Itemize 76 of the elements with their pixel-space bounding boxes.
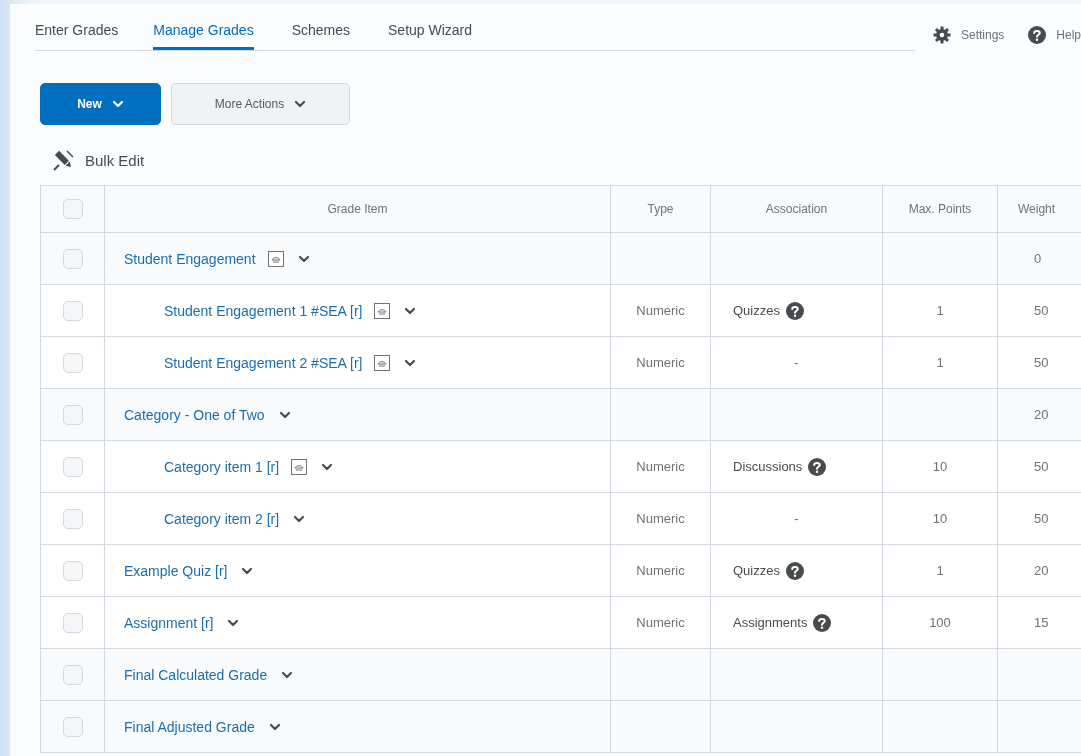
column-header: Grade Item bbox=[327, 202, 388, 216]
caret-icon[interactable] bbox=[404, 357, 417, 368]
grade-item-link[interactable]: Assignment [r] bbox=[124, 614, 214, 631]
checkbox[interactable] bbox=[62, 456, 83, 477]
settings-link[interactable]: Settings bbox=[960, 28, 1005, 42]
pencil-icon bbox=[53, 149, 75, 171]
caret-icon[interactable] bbox=[321, 461, 334, 472]
checkbox[interactable] bbox=[62, 664, 83, 685]
association-text: - bbox=[794, 355, 799, 370]
weight-text: 50 bbox=[1034, 459, 1049, 474]
association-text: - bbox=[794, 511, 799, 526]
max-points-text: 1 bbox=[936, 563, 944, 578]
association-text: Quizzes bbox=[733, 563, 780, 578]
type-text: Numeric bbox=[636, 459, 685, 474]
grade-item-link[interactable]: Category item 2 [r] bbox=[164, 510, 280, 527]
caret-icon[interactable] bbox=[293, 513, 306, 524]
caret-icon[interactable] bbox=[227, 617, 240, 628]
grade-item-link[interactable]: Final Adjusted Grade bbox=[124, 718, 255, 735]
weight-text: 15 bbox=[1034, 615, 1049, 630]
type-text: Numeric bbox=[636, 303, 685, 318]
weight-text: 20 bbox=[1034, 407, 1049, 422]
grade-item-link[interactable]: Final Calculated Grade bbox=[124, 666, 268, 683]
tab[interactable]: Schemes bbox=[291, 18, 351, 50]
weight-text: 50 bbox=[1034, 355, 1049, 370]
max-points-text: 100 bbox=[929, 615, 951, 630]
weight-text: 0 bbox=[1034, 251, 1042, 266]
tab[interactable]: Manage Grades bbox=[153, 18, 254, 50]
checkbox[interactable] bbox=[62, 199, 83, 219]
max-points-text: 1 bbox=[936, 355, 944, 370]
column-header: Weight bbox=[1018, 202, 1056, 216]
caret-icon[interactable] bbox=[281, 669, 294, 680]
max-points-text: 1 bbox=[936, 303, 944, 318]
weight-text: 50 bbox=[1034, 511, 1049, 526]
checkbox[interactable] bbox=[62, 248, 83, 269]
association-text: Discussions bbox=[733, 459, 803, 474]
checkbox[interactable] bbox=[62, 300, 83, 321]
help-link[interactable]: Help bbox=[1056, 28, 1081, 42]
weight-text: 20 bbox=[1034, 563, 1049, 578]
help-icon bbox=[1028, 26, 1047, 44]
caret-icon[interactable] bbox=[404, 305, 417, 316]
checkbox[interactable] bbox=[62, 612, 83, 633]
caret-icon bbox=[294, 99, 307, 109]
settings-icon bbox=[932, 26, 951, 44]
type-text: Numeric bbox=[636, 563, 685, 578]
column-header: Association bbox=[765, 202, 828, 216]
caret-icon bbox=[111, 99, 124, 109]
association-text: Quizzes bbox=[733, 303, 780, 318]
checkbox[interactable] bbox=[62, 404, 83, 425]
checkbox[interactable] bbox=[62, 352, 83, 373]
checkbox[interactable] bbox=[62, 560, 83, 581]
caret-icon[interactable] bbox=[241, 565, 254, 576]
type-text: Numeric bbox=[636, 511, 685, 526]
type-text: Numeric bbox=[636, 615, 685, 630]
grade-item-link[interactable]: Student Engagement 1 #SEA [r] bbox=[164, 302, 363, 319]
caret-icon[interactable] bbox=[268, 721, 281, 732]
association-text: Assignments bbox=[733, 615, 808, 630]
grade-item-link[interactable]: Student Engagement 2 #SEA [r] bbox=[164, 354, 363, 371]
more-actions-button[interactable]: More Actions bbox=[171, 83, 350, 125]
column-header: Max. Points bbox=[908, 202, 972, 216]
max-points-text: 10 bbox=[932, 511, 948, 526]
type-text: Numeric bbox=[636, 355, 685, 370]
tab[interactable]: Setup Wizard bbox=[388, 18, 473, 50]
grade-item-link[interactable]: Category - One of Two bbox=[124, 406, 265, 423]
weight-text: 50 bbox=[1034, 303, 1049, 318]
grade-item-link[interactable]: Student Engagement bbox=[124, 250, 256, 267]
column-header: Type bbox=[647, 202, 674, 216]
new-button[interactable]: New bbox=[40, 83, 161, 125]
checkbox[interactable] bbox=[62, 508, 83, 529]
checkbox[interactable] bbox=[62, 716, 83, 737]
bulk-edit-button[interactable]: Bulk Edit bbox=[53, 149, 145, 171]
caret-icon[interactable] bbox=[297, 253, 310, 264]
max-points-text: 10 bbox=[932, 459, 948, 474]
grade-item-link[interactable]: Example Quiz [r] bbox=[124, 562, 228, 579]
caret-icon[interactable] bbox=[278, 409, 291, 420]
tab[interactable]: Enter Grades bbox=[35, 18, 119, 50]
grade-item-link[interactable]: Category item 1 [r] bbox=[164, 458, 280, 475]
